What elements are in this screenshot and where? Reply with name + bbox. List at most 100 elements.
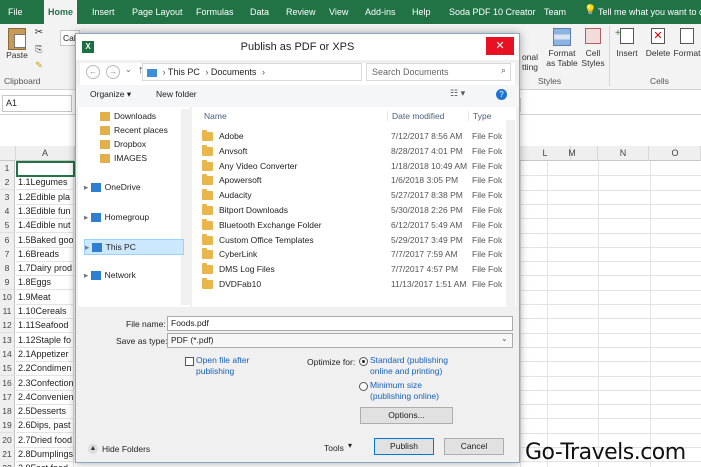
cell-a[interactable]: 2.6Dips, past bbox=[16, 418, 74, 434]
cell-a[interactable]: 1.6Breads bbox=[16, 246, 74, 262]
cell-a[interactable]: 1.10Cereals bbox=[16, 304, 74, 319]
minimum-label[interactable]: Minimum size (publishing online) bbox=[370, 380, 460, 402]
nav-item-recent-places[interactable]: Recent places bbox=[100, 123, 168, 137]
hide-folders-button[interactable]: Hide Folders bbox=[102, 442, 150, 456]
row-header[interactable]: 17 bbox=[0, 389, 15, 405]
organize-button[interactable]: Organize ▾ bbox=[90, 89, 131, 100]
tab-file[interactable]: File bbox=[4, 0, 27, 24]
cancel-button[interactable]: Cancel bbox=[444, 438, 504, 455]
file-row[interactable]: Bitport Downloads 5/30/2018 2:26 PM File F… bbox=[192, 203, 502, 218]
row-header[interactable]: 3 bbox=[0, 189, 15, 205]
publish-button[interactable]: Publish bbox=[374, 438, 434, 455]
nav-scrollbar[interactable] bbox=[181, 109, 190, 305]
expand-chevron-icon[interactable]: ▸ bbox=[85, 242, 92, 252]
options-button[interactable]: Options... bbox=[360, 407, 453, 424]
cell-a[interactable]: 1.8Eggs bbox=[16, 275, 74, 291]
row-header[interactable]: 13 bbox=[0, 332, 15, 348]
copy-icon[interactable]: ⎘ bbox=[33, 44, 45, 54]
tab-formulas[interactable]: Formulas bbox=[192, 0, 238, 24]
cell-a[interactable]: 1.3Edible fun bbox=[16, 203, 74, 219]
row-header[interactable]: 1 bbox=[0, 161, 15, 176]
new-folder-button[interactable]: New folder bbox=[156, 89, 197, 99]
row-header[interactable]: 20 bbox=[0, 432, 15, 448]
collapse-icon[interactable]: ▲ bbox=[88, 444, 98, 454]
file-row[interactable]: CyberLink 7/7/2017 7:59 AM File Folder bbox=[192, 247, 502, 262]
tab-page-layout[interactable]: Page Layout bbox=[128, 0, 187, 24]
breadcrumb-this-pc[interactable]: This PC bbox=[168, 67, 200, 77]
nav-item-images[interactable]: IMAGES bbox=[100, 151, 147, 165]
nav-item-homegroup[interactable]: ▸ Homegroup bbox=[84, 210, 149, 224]
format-painter-icon[interactable]: ✎ bbox=[33, 60, 45, 70]
breadcrumb-documents[interactable]: Documents bbox=[211, 67, 257, 77]
row-header[interactable]: 18 bbox=[0, 404, 15, 420]
open-after-checkbox[interactable] bbox=[185, 357, 194, 366]
nav-item-this-pc[interactable]: ▸ This PC bbox=[84, 239, 184, 255]
open-after-label[interactable]: Open file after publishing bbox=[196, 355, 276, 377]
row-header[interactable]: 2 bbox=[0, 175, 15, 191]
forward-icon[interactable]: → bbox=[106, 65, 120, 79]
column-date-header[interactable]: Date modified bbox=[387, 111, 444, 121]
file-row[interactable]: Bluetooth Exchange Folder 6/12/2017 5:49 … bbox=[192, 218, 502, 233]
nav-item-onedrive[interactable]: ▸ OneDrive bbox=[84, 180, 141, 194]
row-header[interactable]: 4 bbox=[0, 203, 15, 219]
tab-home[interactable]: Home bbox=[44, 0, 78, 24]
row-header[interactable]: 5 bbox=[0, 218, 15, 234]
formula-input[interactable] bbox=[520, 98, 701, 112]
column-header-n[interactable]: N bbox=[598, 146, 649, 161]
tab-data[interactable]: Data bbox=[246, 0, 273, 24]
cell-a[interactable]: 1.5Baked goo bbox=[16, 232, 74, 248]
expand-chevron-icon[interactable]: ▸ bbox=[84, 212, 91, 222]
cell-a[interactable]: 2.8Dumplings bbox=[16, 447, 74, 462]
row-header[interactable]: 11 bbox=[0, 304, 15, 319]
minimum-radio[interactable] bbox=[359, 382, 368, 391]
delete-cells-button[interactable]: ✕ Delete bbox=[645, 28, 671, 58]
format-as-table-button[interactable]: Format as Table bbox=[545, 28, 579, 68]
path-breadcrumb[interactable]: › This PC › Documents › bbox=[142, 63, 362, 81]
row-header[interactable]: 9 bbox=[0, 275, 15, 291]
cut-icon[interactable]: ✂ bbox=[33, 28, 45, 38]
nav-item-network[interactable]: ▸ Network bbox=[84, 268, 136, 282]
active-cell-a1[interactable] bbox=[16, 161, 75, 177]
tab-view[interactable]: View bbox=[325, 0, 352, 24]
cell-a[interactable]: 1.11Seafood bbox=[16, 318, 74, 334]
file-list[interactable]: Name Date modified Type Adobe 7/12/2017 8… bbox=[192, 107, 516, 307]
cell-a[interactable]: 2.1Appetizer bbox=[16, 346, 74, 362]
tab-team[interactable]: Team bbox=[540, 0, 570, 24]
column-header-o[interactable]: O bbox=[650, 146, 701, 161]
recent-locations-chevron-icon[interactable]: ⌄ bbox=[125, 65, 132, 74]
file-row[interactable]: Anvsoft 8/28/2017 4:01 PM File Folder bbox=[192, 144, 502, 159]
paste-button[interactable]: Paste bbox=[4, 28, 30, 60]
tools-button[interactable]: Tools bbox=[324, 441, 344, 455]
file-row[interactable]: DMS Log Files 7/7/2017 4:57 PM File Folder bbox=[192, 262, 502, 277]
conditional-formatting-button[interactable]: onal tting bbox=[517, 28, 543, 72]
file-row[interactable]: Apowersoft 1/6/2018 3:05 PM File Folder bbox=[192, 173, 502, 188]
cell-a[interactable]: 2.3Confection bbox=[16, 375, 74, 391]
column-name-header[interactable]: Name bbox=[204, 111, 227, 121]
cell-styles-button[interactable]: Cell Styles bbox=[580, 28, 606, 68]
row-header[interactable]: 8 bbox=[0, 261, 15, 277]
row-header[interactable]: 19 bbox=[0, 418, 15, 434]
row-header[interactable]: 21 bbox=[0, 447, 15, 462]
back-icon[interactable]: ← bbox=[86, 65, 100, 79]
cell-a[interactable]: 2.2Condimen bbox=[16, 361, 74, 377]
name-box[interactable]: A1 bbox=[2, 95, 72, 112]
nav-item-dropbox[interactable]: Dropbox bbox=[100, 137, 146, 151]
cell-a[interactable]: 2.7Dried food bbox=[16, 432, 74, 448]
file-name-input[interactable]: Foods.pdf bbox=[167, 316, 513, 331]
tab-review[interactable]: Review bbox=[282, 0, 320, 24]
file-row[interactable]: Custom Office Templates 5/29/2017 3:49 PM… bbox=[192, 233, 502, 248]
tell-me-search[interactable]: Tell me what you want to do bbox=[598, 0, 701, 24]
column-header-m[interactable]: M bbox=[547, 146, 598, 161]
row-header[interactable]: 6 bbox=[0, 232, 15, 248]
select-all-corner[interactable] bbox=[0, 146, 16, 161]
tab-help[interactable]: Help bbox=[408, 0, 435, 24]
file-row[interactable]: Audacity 5/27/2017 8:38 PM File Folder bbox=[192, 188, 502, 203]
cell-a[interactable]: 1.4Edible nut bbox=[16, 218, 74, 234]
file-list-scrollbar[interactable] bbox=[506, 120, 515, 307]
expand-chevron-icon[interactable]: ▸ bbox=[84, 182, 91, 192]
tab-soda-pdf-10-creator[interactable]: Soda PDF 10 Creator bbox=[445, 0, 540, 24]
row-header[interactable]: 22 bbox=[0, 461, 15, 467]
help-icon[interactable]: ? bbox=[496, 89, 507, 100]
row-header[interactable]: 15 bbox=[0, 361, 15, 377]
cell-a[interactable]: 1.9Meat bbox=[16, 289, 74, 305]
